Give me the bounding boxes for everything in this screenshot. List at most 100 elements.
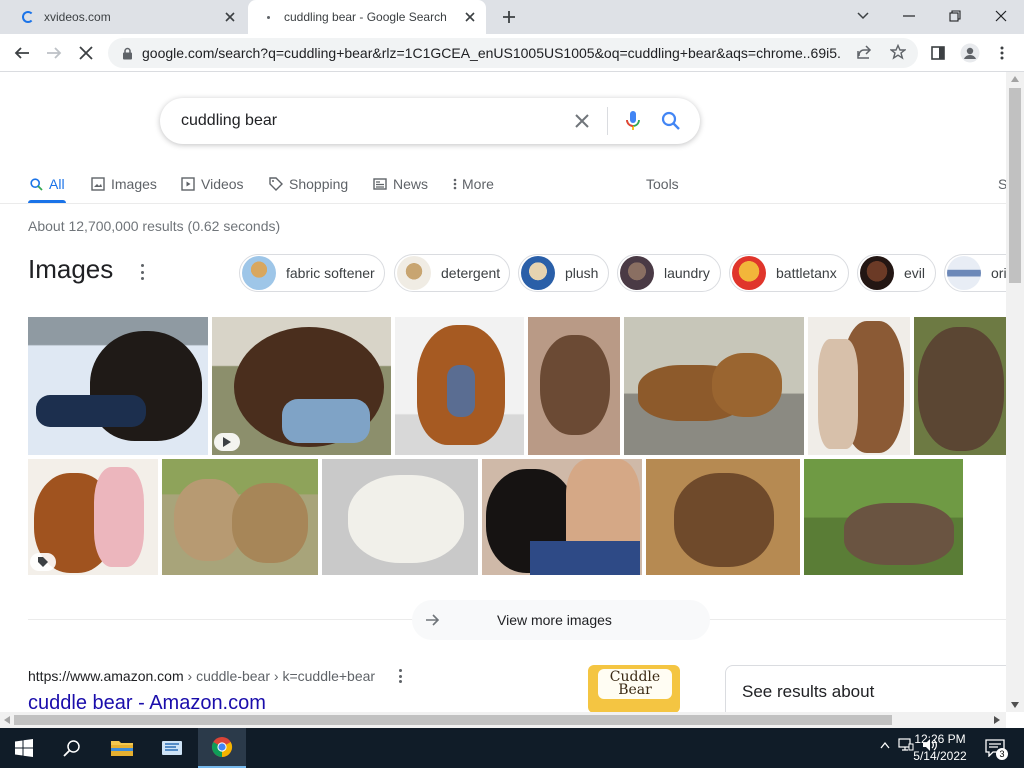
image-result-8[interactable] <box>28 459 158 575</box>
result-url[interactable]: https://www.amazon.com › cuddle-bear › k… <box>28 668 375 684</box>
image-result-4[interactable] <box>528 317 620 455</box>
tab-more[interactable]: More <box>452 168 494 200</box>
clear-search-icon[interactable] <box>567 106 597 136</box>
image-result-5[interactable] <box>624 317 804 455</box>
chip-battletanx[interactable]: battletanx <box>729 254 849 292</box>
browser-toolbar: google.com/search?q=cuddling+bear&rlz=1C… <box>0 34 1024 72</box>
browser-menu-button[interactable] <box>988 39 1016 67</box>
chevron-up-icon[interactable] <box>880 741 890 749</box>
tab-xvideos[interactable]: xvideos.com <box>8 0 246 34</box>
search-divider <box>607 107 608 135</box>
close-tab-icon[interactable] <box>460 7 480 27</box>
view-more-images-button[interactable]: View more images <box>412 600 710 640</box>
chip-fabric-softener[interactable]: fabric softener <box>239 254 385 292</box>
folder-icon <box>111 741 133 756</box>
side-panel-button[interactable] <box>924 39 952 67</box>
url-text[interactable]: google.com/search?q=cuddling+bear&rlz=1C… <box>142 45 842 61</box>
scroll-down-icon[interactable] <box>1011 702 1019 708</box>
image-result-11[interactable] <box>482 459 642 575</box>
file-explorer-button[interactable] <box>98 728 146 768</box>
chrome-taskbar-button[interactable] <box>198 728 246 768</box>
image-result-6[interactable] <box>808 317 910 455</box>
close-tab-icon[interactable] <box>220 7 240 27</box>
restore-button[interactable] <box>932 0 978 32</box>
tab-images[interactable]: Images <box>90 168 157 200</box>
horizontal-scrollbar[interactable] <box>0 712 1006 728</box>
forward-button[interactable] <box>40 39 68 67</box>
image-result-3[interactable] <box>395 317 524 455</box>
tab-title: xvideos.com <box>44 10 111 24</box>
windows-logo-icon <box>15 739 33 757</box>
image-result-12[interactable] <box>646 459 800 575</box>
notification-count-badge: 3 <box>996 748 1008 760</box>
new-tab-button[interactable] <box>497 6 521 28</box>
minimize-button[interactable] <box>886 0 932 32</box>
news-icon <box>372 176 388 192</box>
scroll-left-icon[interactable] <box>4 716 10 724</box>
chip-plush[interactable]: plush <box>518 254 609 292</box>
chip-thumbnail <box>732 256 766 290</box>
search-icon[interactable] <box>656 106 686 136</box>
tools-label: Tools <box>646 176 679 192</box>
chip-label: ori <box>991 265 1006 281</box>
microphone-icon[interactable] <box>618 106 648 136</box>
result-title-link[interactable]: cuddle bear - Amazon.com <box>28 692 266 712</box>
tab-news[interactable]: News <box>372 168 428 200</box>
tab-google-search[interactable]: cuddling bear - Google Search <box>248 0 486 34</box>
vertical-scrollbar[interactable] <box>1006 72 1024 712</box>
server-manager-button[interactable] <box>148 728 196 768</box>
taskbar-search-button[interactable] <box>48 728 96 768</box>
chip-thumbnail <box>397 256 431 290</box>
chip-thumbnail <box>620 256 654 290</box>
back-button[interactable] <box>8 39 36 67</box>
start-button[interactable] <box>0 728 48 768</box>
chip-detergent[interactable]: detergent <box>394 254 510 292</box>
tools-button[interactable]: Tools <box>646 168 679 200</box>
chip-evil[interactable]: evil <box>857 254 936 292</box>
chrome-icon <box>211 737 233 758</box>
tab-shopping[interactable]: Shopping <box>268 168 348 200</box>
search-box[interactable]: cuddling bear <box>160 98 700 144</box>
tab-label: More <box>462 176 494 192</box>
see-results-panel[interactable]: See results about <box>725 665 1006 712</box>
tab-all[interactable]: All <box>28 168 65 200</box>
address-bar[interactable]: google.com/search?q=cuddling+bear&rlz=1C… <box>108 38 918 68</box>
search-icon <box>28 176 44 192</box>
image-result-1[interactable] <box>28 317 208 455</box>
image-result-10[interactable] <box>322 459 478 575</box>
chip-original[interactable]: ori <box>944 254 1006 292</box>
server-manager-icon <box>162 741 182 755</box>
chip-thumbnail <box>947 256 981 290</box>
images-more-menu-icon[interactable] <box>136 264 148 280</box>
image-result-7[interactable] <box>914 317 1006 455</box>
result-more-menu-icon[interactable] <box>396 669 404 683</box>
tab-videos[interactable]: Videos <box>180 168 244 200</box>
lock-icon[interactable] <box>120 46 134 60</box>
image-result-9[interactable] <box>162 459 318 575</box>
chip-label: fabric softener <box>286 265 375 281</box>
scroll-up-icon[interactable] <box>1011 76 1019 82</box>
notification-center-button[interactable]: 3 <box>980 734 1010 762</box>
bookmark-star-icon[interactable] <box>889 43 907 65</box>
scroll-right-icon[interactable] <box>994 716 1000 724</box>
profile-avatar-button[interactable] <box>956 39 984 67</box>
safesearch-button[interactable]: S <box>998 168 1006 200</box>
taskbar-clock[interactable]: 12:26 PM 5/14/2022 <box>902 731 978 765</box>
stop-loading-button[interactable] <box>72 39 100 67</box>
view-more-label: View more images <box>497 612 612 628</box>
share-icon[interactable] <box>856 44 872 65</box>
image-result-2[interactable] <box>212 317 391 455</box>
result-thumbnail[interactable]: Cuddle Bear <box>588 665 680 712</box>
search-input[interactable]: cuddling bear <box>181 112 567 130</box>
see-results-label: See results about <box>742 682 875 701</box>
horizontal-scroll-thumb[interactable] <box>14 715 892 725</box>
chip-label: laundry <box>664 265 710 281</box>
video-icon <box>180 176 196 192</box>
vertical-scroll-thumb[interactable] <box>1009 88 1021 283</box>
tab-search-button[interactable] <box>840 0 886 32</box>
image-result-13[interactable] <box>804 459 963 575</box>
tab-strip: xvideos.com cuddling bear - Google Searc… <box>0 0 1024 34</box>
close-window-button[interactable] <box>978 0 1024 32</box>
clock-date: 5/14/2022 <box>913 749 967 763</box>
chip-laundry[interactable]: laundry <box>617 254 721 292</box>
